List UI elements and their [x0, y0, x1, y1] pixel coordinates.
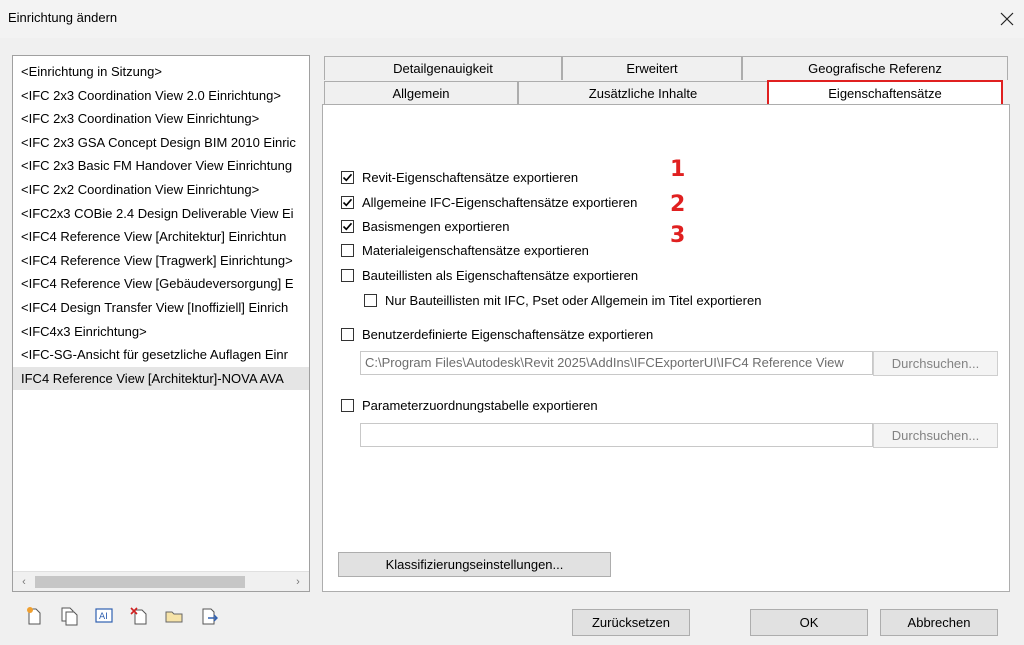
ok-button[interactable]: OK	[750, 609, 868, 636]
list-item[interactable]: <IFC4 Reference View [Tragwerk] Einricht…	[13, 249, 309, 273]
tab-allgemein[interactable]: Allgemein	[324, 81, 518, 105]
user-defined-psets-path: C:\Program Files\Autodesk\Revit 2025\Add…	[360, 351, 873, 375]
scrollbar-thumb[interactable]	[35, 576, 245, 588]
option-param-mapping[interactable]: Parameterzuordnungstabelle exportieren	[341, 398, 598, 413]
ifc-common-psets-checkbox[interactable]	[341, 196, 354, 209]
material-psets-label: Materialeigenschaftensätze exportieren	[362, 243, 589, 258]
list-item-selected[interactable]: IFC4 Reference View [Architektur]-NOVA A…	[13, 366, 309, 391]
list-item[interactable]: <IFC 2x3 GSA Concept Design BIM 2010 Ein…	[13, 131, 309, 155]
setup-list[interactable]: <Einrichtung in Sitzung> <IFC 2x3 Coordi…	[12, 55, 310, 592]
revit-psets-checkbox[interactable]	[341, 171, 354, 184]
user-defined-psets-label: Benutzerdefinierte Eigenschaftensätze ex…	[362, 327, 654, 342]
scroll-right-icon[interactable]: ›	[289, 572, 307, 591]
option-schedules-filter[interactable]: Nur Bauteillisten mit IFC, Pset oder All…	[364, 293, 761, 308]
title-bar: Einrichtung ändern	[0, 0, 1024, 38]
option-base-quantities[interactable]: Basismengen exportieren	[341, 219, 509, 234]
revit-psets-label: Revit-Eigenschaftensätze exportieren	[362, 170, 579, 185]
list-item[interactable]: <IFC-SG-Ansicht für gesetzliche Auflagen…	[13, 343, 309, 367]
cancel-button[interactable]: Abbrechen	[880, 609, 998, 636]
list-item[interactable]: <IFC 2x3 Coordination View 2.0 Einrichtu…	[13, 84, 309, 108]
annotation-number-2: 2	[670, 192, 686, 217]
list-item[interactable]: <IFC 2x3 Coordination View Einrichtung>	[13, 107, 309, 131]
option-revit-psets[interactable]: Revit-Eigenschaftensätze exportieren	[341, 170, 578, 185]
delete-setup-icon[interactable]	[129, 606, 149, 626]
option-schedules-as-psets[interactable]: Bauteillisten als Eigenschaftensätze exp…	[341, 268, 638, 283]
browse-user-defined-button[interactable]: Durchsuchen...	[873, 351, 998, 376]
schedules-as-psets-checkbox[interactable]	[341, 269, 354, 282]
duplicate-setup-icon[interactable]	[59, 606, 79, 626]
list-item[interactable]: <IFC2x3 COBie 2.4 Design Deliverable Vie…	[13, 202, 309, 226]
ifc-common-psets-label: Allgemeine IFC-Eigenschaftensätze export…	[362, 195, 638, 210]
schedules-as-psets-label: Bauteillisten als Eigenschaftensätze exp…	[362, 268, 639, 283]
param-mapping-path	[360, 423, 873, 447]
option-user-defined-psets[interactable]: Benutzerdefinierte Eigenschaftensätze ex…	[341, 327, 653, 342]
close-icon	[1000, 12, 1014, 26]
tab-eigenschaftensaetze[interactable]: Eigenschaftensätze	[768, 81, 1002, 105]
list-item[interactable]: <IFC 2x3 Basic FM Handover View Einricht…	[13, 154, 309, 178]
param-mapping-checkbox[interactable]	[341, 399, 354, 412]
list-item[interactable]: <Einrichtung in Sitzung>	[13, 60, 309, 84]
svg-text:AI: AI	[99, 612, 108, 622]
browse-param-mapping-button[interactable]: Durchsuchen...	[873, 423, 998, 448]
reset-button[interactable]: Zurücksetzen	[572, 609, 690, 636]
option-material-psets[interactable]: Materialeigenschaftensätze exportieren	[341, 243, 589, 258]
param-mapping-label: Parameterzuordnungstabelle exportieren	[362, 398, 598, 413]
classification-settings-button[interactable]: Klassifizierungseinstellungen...	[338, 552, 611, 577]
list-item[interactable]: <IFC4 Reference View [Gebäudeversorgung]…	[13, 272, 309, 296]
schedules-filter-label: Nur Bauteillisten mit IFC, Pset oder All…	[385, 293, 762, 308]
close-button[interactable]	[994, 6, 1020, 32]
setup-toolbar: AI	[24, 606, 234, 630]
user-defined-psets-checkbox[interactable]	[341, 328, 354, 341]
scroll-left-icon[interactable]: ‹	[15, 572, 33, 591]
tab-geografische-referenz[interactable]: Geografische Referenz	[742, 56, 1008, 80]
option-ifc-common-psets[interactable]: Allgemeine IFC-Eigenschaftensätze export…	[341, 195, 637, 210]
annotation-number-1: 1	[670, 157, 686, 182]
base-quantities-checkbox[interactable]	[341, 220, 354, 233]
tab-detailgenauigkeit[interactable]: Detailgenauigkeit	[324, 56, 562, 80]
export-setup-icon[interactable]	[199, 606, 219, 626]
base-quantities-label: Basismengen exportieren	[362, 219, 510, 234]
list-item[interactable]: <IFC4 Design Transfer View [Inoffiziell]…	[13, 296, 309, 320]
horizontal-scrollbar[interactable]: ‹ ›	[13, 571, 309, 591]
list-item[interactable]: <IFC4x3 Einrichtung>	[13, 320, 309, 344]
new-setup-icon[interactable]	[24, 606, 44, 626]
rename-setup-icon[interactable]: AI	[94, 606, 114, 626]
settings-tabs: Detailgenauigkeit Erweitert Geografische…	[322, 56, 1010, 592]
list-item[interactable]: <IFC4 Reference View [Architektur] Einri…	[13, 225, 309, 249]
property-sets-pane: Revit-Eigenschaftensätze exportieren All…	[322, 104, 1010, 592]
annotation-number-3: 3	[670, 223, 686, 248]
list-item[interactable]: <IFC 2x2 Coordination View Einrichtung>	[13, 178, 309, 202]
tab-erweitert[interactable]: Erweitert	[562, 56, 742, 80]
import-setup-icon[interactable]	[164, 606, 184, 626]
material-psets-checkbox[interactable]	[341, 244, 354, 257]
window-title: Einrichtung ändern	[8, 10, 118, 25]
tab-zusaetzliche-inhalte[interactable]: Zusätzliche Inhalte	[518, 81, 768, 105]
schedules-filter-checkbox[interactable]	[364, 294, 377, 307]
